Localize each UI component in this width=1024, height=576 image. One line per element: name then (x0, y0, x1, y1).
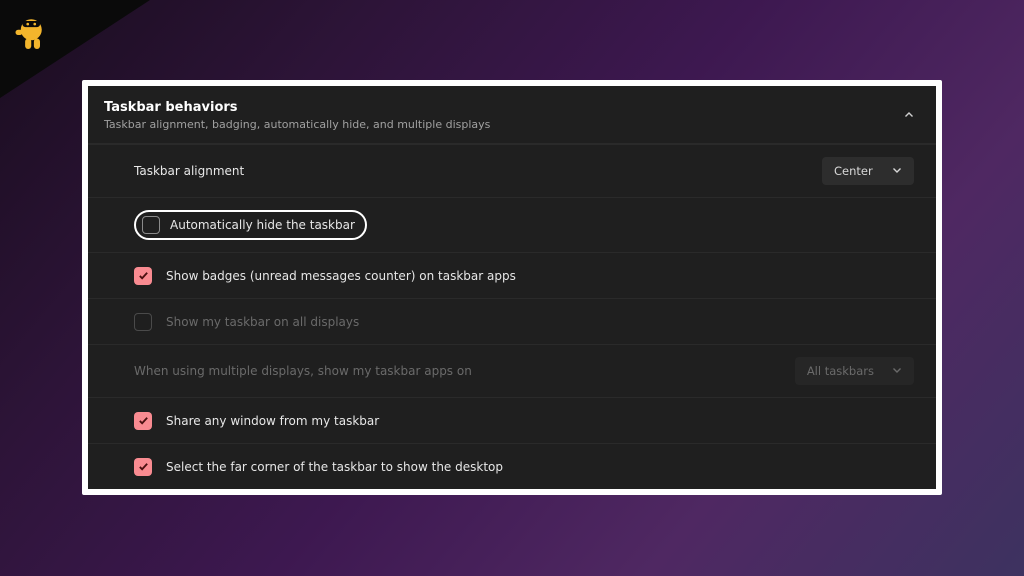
taskbar-behaviors-section: Taskbar behaviors Taskbar alignment, bad… (88, 86, 936, 489)
multi-display-label: When using multiple displays, show my ta… (134, 364, 472, 378)
far-corner-checkbox[interactable] (134, 458, 152, 476)
all-displays-row: Show my taskbar on all displays (88, 298, 936, 344)
check-icon (138, 415, 149, 426)
all-displays-checkbox (134, 313, 152, 331)
settings-panel: Taskbar behaviors Taskbar alignment, bad… (82, 80, 942, 495)
taskbar-alignment-label: Taskbar alignment (134, 164, 244, 178)
share-window-label: Share any window from my taskbar (166, 414, 379, 428)
taskbar-alignment-select[interactable]: Center (822, 157, 914, 185)
select-value: Center (834, 164, 873, 178)
far-corner-label: Select the far corner of the taskbar to … (166, 460, 503, 474)
check-icon (138, 270, 149, 281)
far-corner-row[interactable]: Select the far corner of the taskbar to … (88, 443, 936, 489)
chevron-down-icon (892, 164, 902, 178)
chevron-up-icon (904, 109, 914, 123)
check-icon (138, 461, 149, 472)
select-value: All taskbars (807, 364, 874, 378)
all-displays-label: Show my taskbar on all displays (166, 315, 359, 329)
share-window-checkbox[interactable] (134, 412, 152, 430)
multi-display-select: All taskbars (795, 357, 914, 385)
section-subtitle: Taskbar alignment, badging, automaticall… (104, 118, 490, 131)
multi-display-row: When using multiple displays, show my ta… (88, 344, 936, 397)
chevron-down-icon (892, 364, 902, 378)
taskbar-alignment-row: Taskbar alignment Center (88, 144, 936, 197)
section-title: Taskbar behaviors (104, 100, 490, 115)
auto-hide-label: Automatically hide the taskbar (170, 218, 355, 232)
highlighted-setting: Automatically hide the taskbar (134, 210, 367, 240)
show-badges-checkbox[interactable] (134, 267, 152, 285)
robot-logo-icon (12, 14, 54, 56)
show-badges-label: Show badges (unread messages counter) on… (166, 269, 516, 283)
section-header[interactable]: Taskbar behaviors Taskbar alignment, bad… (88, 86, 936, 144)
share-window-row[interactable]: Share any window from my taskbar (88, 397, 936, 443)
auto-hide-checkbox[interactable] (142, 216, 160, 234)
show-badges-row[interactable]: Show badges (unread messages counter) on… (88, 252, 936, 298)
auto-hide-row[interactable]: Automatically hide the taskbar (88, 198, 936, 252)
